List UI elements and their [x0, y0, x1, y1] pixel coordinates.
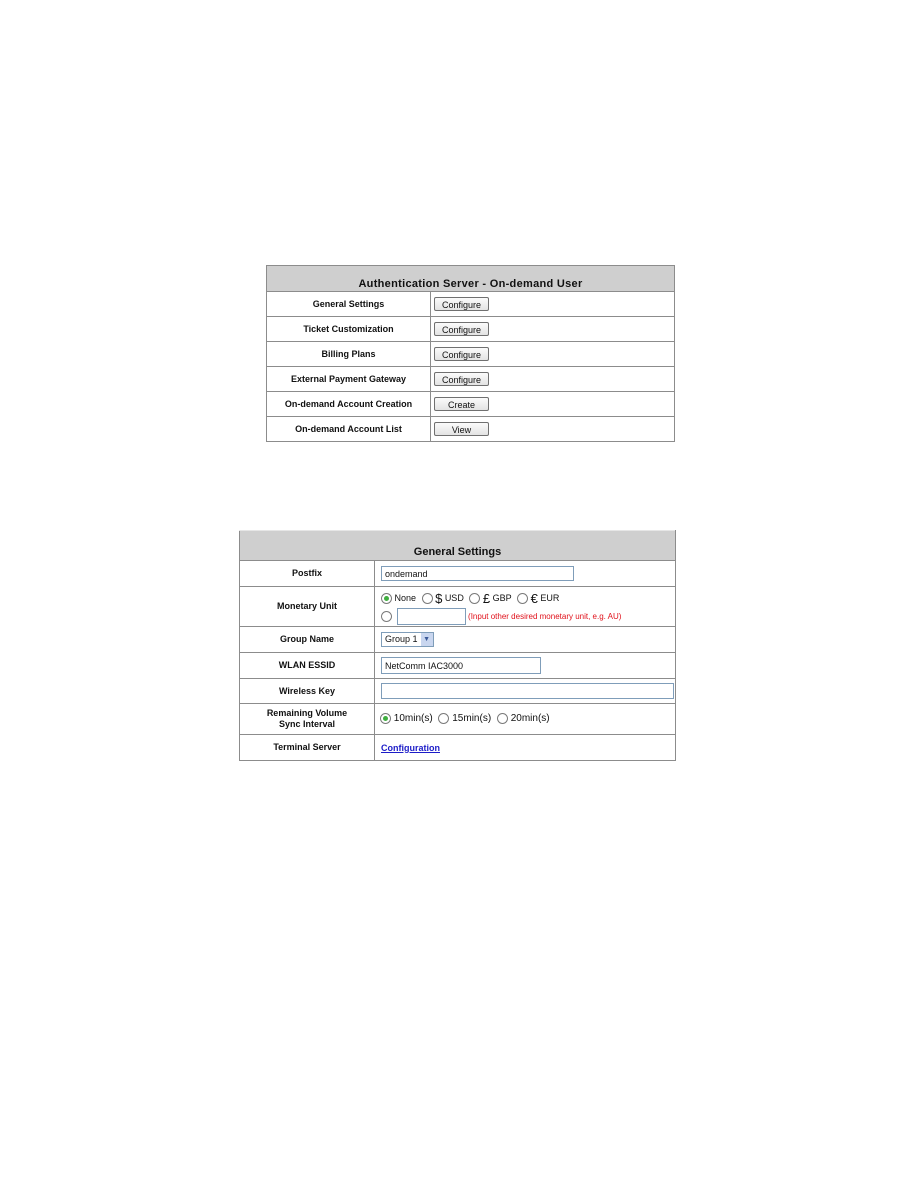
terminal-server-configuration-link[interactable]: Configuration	[381, 743, 440, 753]
auth-table-title: Authentication Server - On-demand User	[266, 265, 675, 292]
auth-server-ondemand-table: Authentication Server - On-demand User G…	[266, 265, 675, 442]
external-payment-gateway-configure-button[interactable]: Configure	[434, 372, 489, 386]
group-name-selected: Group 1	[385, 634, 418, 644]
monetary-eur-radio[interactable]	[517, 592, 529, 604]
postfix-input[interactable]	[381, 566, 574, 581]
monetary-usd-label: USD	[444, 592, 464, 603]
sync-interval-label-line2: Sync Interval	[278, 719, 336, 729]
table-row: Monetary Unit None $ USD £ GBP € EUR (In…	[239, 586, 676, 627]
table-row: Ticket Customization Configure	[266, 316, 675, 342]
table-row: On-demand Account Creation Create	[266, 391, 675, 417]
account-creation-create-button[interactable]: Create	[434, 397, 489, 411]
group-name-label: Group Name	[239, 626, 375, 653]
monetary-usd-radio[interactable]	[421, 592, 433, 604]
table-row: On-demand Account List View	[266, 416, 675, 442]
table-row: WLAN ESSID	[239, 652, 676, 679]
sync-15min-radio[interactable]	[438, 713, 450, 725]
sync-15min-label: 15min(s)	[452, 713, 492, 725]
table-row: General Settings Configure	[266, 291, 675, 317]
monetary-unit-label: Monetary Unit	[239, 586, 375, 627]
dollar-icon: $	[435, 590, 443, 606]
row-label-ticket-customization: Ticket Customization	[266, 316, 431, 342]
postfix-label: Postfix	[239, 560, 375, 587]
sync-interval-label: Remaining Volume Sync Interval	[239, 703, 375, 735]
chevron-down-icon[interactable]: ▼	[420, 633, 433, 646]
billing-plans-configure-button[interactable]: Configure	[434, 347, 489, 361]
row-label-external-payment-gateway: External Payment Gateway	[266, 366, 431, 392]
table-row: Remaining Volume Sync Interval 10min(s) 1…	[239, 703, 676, 735]
monetary-gbp-radio[interactable]	[469, 592, 481, 604]
table-row: External Payment Gateway Configure	[266, 366, 675, 392]
pound-icon: £	[482, 590, 491, 606]
table-row: Group Name Group 1 ▼	[239, 626, 676, 653]
wireless-key-input[interactable]	[381, 683, 674, 699]
general-settings-table: General Settings Postfix Monetary Unit N…	[239, 530, 676, 761]
sync-20min-radio[interactable]	[496, 713, 508, 725]
monetary-other-input[interactable]	[396, 607, 466, 625]
row-label-general-settings: General Settings	[266, 291, 431, 317]
general-settings-configure-button[interactable]: Configure	[434, 297, 489, 311]
table-row: Postfix	[239, 560, 676, 587]
sync-interval-label-line1: Remaining Volume	[266, 708, 348, 718]
euro-icon: €	[530, 590, 538, 606]
monetary-none-label: None	[394, 592, 417, 603]
wireless-key-label: Wireless Key	[239, 678, 375, 704]
sync-10min-radio[interactable]	[380, 713, 391, 725]
wlan-essid-label: WLAN ESSID	[239, 652, 375, 679]
monetary-none-radio[interactable]	[381, 592, 392, 604]
table-row: Billing Plans Configure	[266, 341, 675, 367]
account-list-view-button[interactable]: View	[434, 422, 489, 436]
row-label-account-creation: On-demand Account Creation	[266, 391, 431, 417]
row-label-billing-plans: Billing Plans	[266, 341, 431, 367]
table-row: Terminal Server Configuration	[239, 734, 676, 761]
table-row: Wireless Key	[239, 678, 676, 704]
wlan-essid-input[interactable]	[381, 657, 541, 674]
sync-10min-label: 10min(s)	[393, 713, 433, 725]
group-name-select[interactable]: Group 1 ▼	[381, 632, 434, 647]
sync-20min-label: 20min(s)	[510, 713, 550, 725]
terminal-server-label: Terminal Server	[239, 734, 375, 761]
row-label-account-list: On-demand Account List	[266, 416, 431, 442]
monetary-other-radio[interactable]	[381, 610, 392, 622]
general-settings-title: General Settings	[239, 530, 676, 561]
monetary-gbp-label: GBP	[492, 592, 512, 603]
monetary-eur-label: EUR	[540, 592, 560, 603]
monetary-other-hint: (Input other desired monetary unit, e.g.…	[468, 611, 622, 621]
ticket-customization-configure-button[interactable]: Configure	[434, 322, 489, 336]
